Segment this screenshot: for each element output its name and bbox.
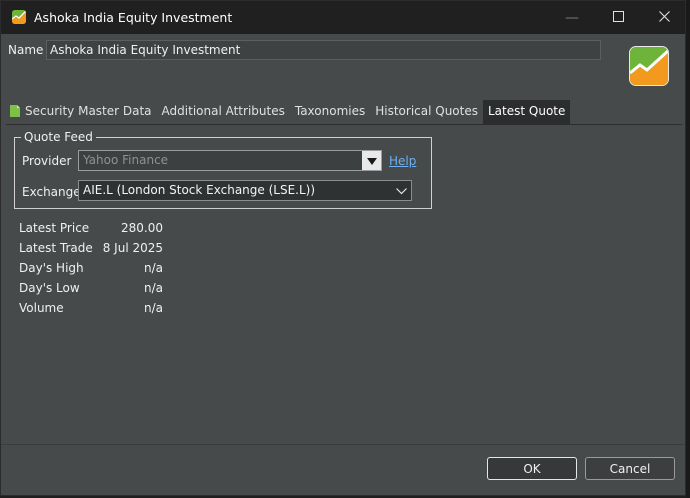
provider-value: Yahoo Finance (83, 153, 169, 167)
close-button[interactable] (641, 1, 687, 34)
dialog-window: Ashoka India Equity Investment — Name As… (0, 0, 686, 496)
security-logo-icon (629, 46, 669, 86)
background-window-edge (686, 0, 690, 498)
close-icon (658, 10, 670, 26)
name-label: Name (8, 43, 44, 57)
help-link[interactable]: Help (389, 154, 416, 168)
exchange-label: Exchange (22, 185, 81, 199)
volume-value: n/a (143, 301, 163, 315)
minimize-button[interactable]: — (549, 1, 595, 34)
latest-price-label: Latest Price (19, 221, 90, 235)
quote-feed-legend: Quote Feed (21, 130, 96, 144)
triangle-down-icon (366, 154, 377, 168)
app-logo-icon (12, 10, 26, 24)
days-low-value: n/a (143, 281, 163, 295)
tab-label: Historical Quotes (375, 104, 478, 118)
volume-label: Volume (19, 301, 64, 315)
days-high-value: n/a (143, 261, 163, 275)
cancel-button[interactable]: Cancel (585, 457, 675, 480)
tab-taxonomies[interactable]: Taxonomies (290, 100, 370, 124)
window-title: Ashoka India Equity Investment (34, 10, 233, 25)
provider-select[interactable]: Yahoo Finance (78, 150, 382, 171)
tab-historical-quotes[interactable]: Historical Quotes (370, 100, 483, 124)
tab-bar: Security Master Data Additional Attribut… (6, 100, 571, 124)
document-icon (10, 105, 20, 117)
exchange-value: AIE.L (London Stock Exchange (LSE.L)) (83, 183, 316, 197)
provider-dropdown-button[interactable] (362, 151, 381, 170)
provider-label: Provider (22, 154, 72, 168)
tab-label: Security Master Data (25, 104, 152, 118)
tab-label: Latest Quote (488, 104, 566, 118)
exchange-select[interactable]: AIE.L (London Stock Exchange (LSE.L)) (78, 180, 412, 201)
ok-button[interactable]: OK (487, 457, 577, 480)
latest-price-value: 280.00 (121, 221, 163, 235)
latest-trade-label: Latest Trade (19, 241, 93, 255)
days-low-label: Day's Low (19, 281, 80, 295)
tab-label: Taxonomies (294, 104, 366, 118)
minimize-icon: — (565, 9, 579, 26)
chevron-down-icon (396, 184, 407, 198)
maximize-icon (612, 10, 624, 26)
title-bar[interactable]: Ashoka India Equity Investment — (1, 1, 685, 34)
maximize-button[interactable] (595, 1, 641, 34)
tab-security-master-data[interactable]: Security Master Data (6, 100, 157, 124)
days-high-label: Day's High (19, 261, 84, 275)
tab-latest-quote[interactable]: Latest Quote (483, 100, 571, 124)
footer-divider (1, 444, 685, 445)
latest-trade-value: 8 Jul 2025 (102, 241, 163, 255)
tab-label: Additional Attributes (161, 104, 285, 118)
name-input[interactable] (46, 40, 601, 60)
tab-additional-attributes[interactable]: Additional Attributes (157, 100, 290, 124)
exchange-dropdown-button[interactable] (392, 181, 411, 200)
